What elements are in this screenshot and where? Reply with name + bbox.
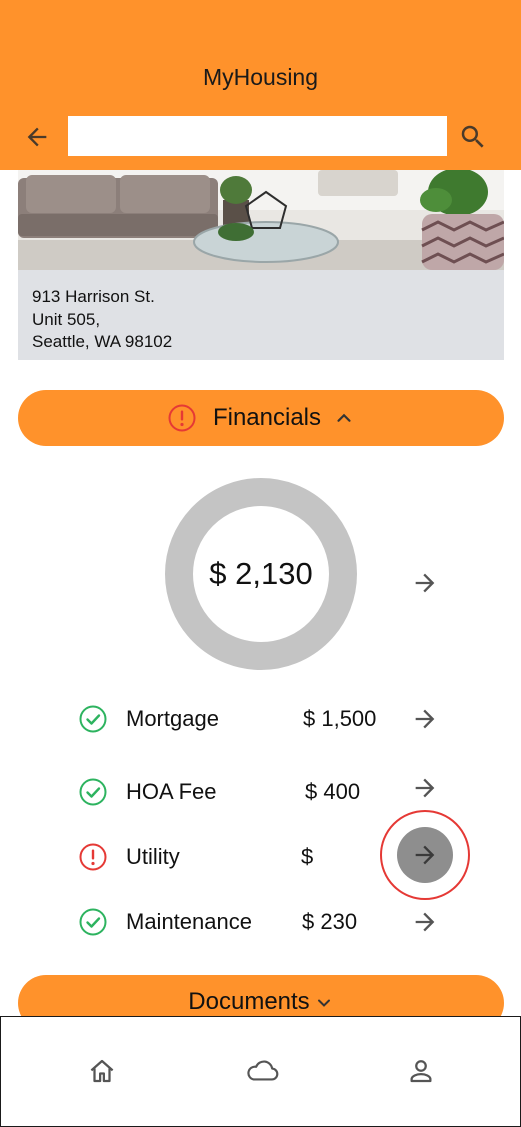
address-line-2: Unit 505, (32, 309, 101, 329)
profile-icon (410, 1060, 432, 1083)
chevron-down-icon (317, 999, 330, 1007)
nav-home[interactable] (82, 1053, 122, 1089)
arrow-right-icon (415, 845, 435, 865)
hoa-fee-detail-button[interactable] (410, 773, 440, 803)
address-line-3: Seattle, WA 98102 (32, 332, 173, 351)
property-address: 913 Harrison St. Unit 505, Seattle, WA 9… (32, 286, 172, 354)
financials-total: $ 2,130 (209, 556, 313, 591)
item-label: Utility (126, 844, 180, 869)
documents-label: Documents (188, 988, 310, 1015)
mortgage-detail-button[interactable] (410, 704, 440, 734)
arrow-right-icon (415, 573, 435, 593)
chevron-up-icon (337, 413, 351, 422)
item-amount: $ 1,500 (303, 706, 377, 731)
total-detail-button[interactable] (410, 568, 440, 598)
financial-item-maintenance: Maintenance $ 230 (0, 901, 521, 941)
search-icon (461, 125, 484, 148)
app-title: MyHousing (202, 64, 319, 90)
check-circle-icon (79, 705, 107, 733)
cloud-icon (247, 1060, 279, 1081)
check-circle-icon (79, 778, 107, 806)
maintenance-detail-button[interactable] (410, 907, 440, 937)
financials-total-donut: $ 2,130 (165, 478, 357, 670)
item-label: Maintenance (126, 909, 252, 934)
arrow-right-icon (415, 778, 435, 798)
financial-item-hoa-fee: HOA Fee $ 400 (0, 771, 521, 811)
financial-item-mortgage: Mortgage $ 1,500 (0, 698, 521, 738)
utility-detail-button[interactable] (397, 827, 453, 883)
bottom-nav (0, 1016, 521, 1127)
back-button[interactable] (20, 120, 54, 154)
nav-profile[interactable] (401, 1053, 441, 1089)
arrow-left-icon (27, 127, 47, 147)
arrow-right-icon (415, 912, 435, 932)
financials-header[interactable]: Financials (18, 390, 504, 446)
property-photo (18, 170, 504, 270)
item-amount: $ 400 (305, 779, 361, 804)
item-label: Mortgage (126, 706, 219, 731)
alert-icon (79, 843, 107, 871)
item-amount: $ 230 (302, 909, 358, 934)
check-circle-icon (79, 908, 107, 936)
financials-label: Financials (212, 404, 322, 431)
search-input[interactable] (68, 116, 447, 156)
nav-cloud[interactable] (242, 1053, 282, 1089)
arrow-right-icon (415, 709, 435, 729)
property-card[interactable]: 913 Harrison St. Unit 505, Seattle, WA 9… (18, 170, 504, 360)
search-button[interactable] (456, 120, 490, 154)
item-amount: $ (301, 844, 314, 869)
item-label: HOA Fee (126, 779, 217, 804)
alert-icon (168, 404, 196, 432)
address-line-1: 913 Harrison St. (32, 287, 155, 306)
home-icon (90, 1059, 114, 1083)
app-bar: MyHousing (0, 0, 521, 170)
